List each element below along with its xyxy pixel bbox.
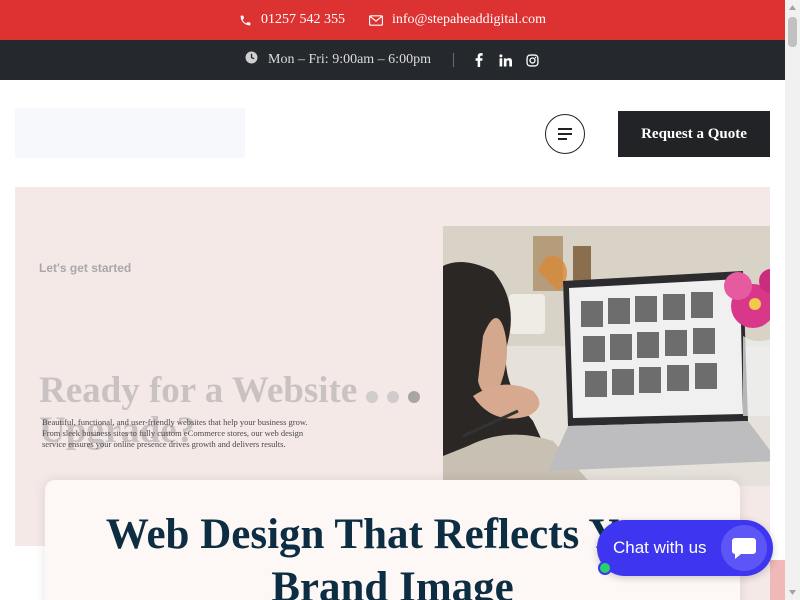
menu-button[interactable] (545, 114, 585, 154)
slider-dot[interactable] (366, 391, 378, 403)
hours-text: Mon – Fri: 9:00am – 6:00pm (268, 52, 431, 67)
email-link[interactable]: info@stepaheaddigital.com (368, 12, 546, 28)
scroll-up-arrow-icon[interactable] (785, 0, 800, 15)
scroll-thumb[interactable] (788, 17, 797, 47)
slider-dot[interactable] (387, 391, 399, 403)
clock-icon (245, 51, 258, 69)
hero-kicker: Let's get started (39, 261, 132, 275)
instagram-icon[interactable] (526, 53, 540, 67)
linkedin-icon[interactable] (499, 53, 513, 67)
hero-spacer (15, 546, 45, 600)
slider-dots (366, 391, 420, 403)
site-logo[interactable] (15, 108, 245, 158)
opening-hours: Mon – Fri: 9:00am – 6:00pm (245, 51, 431, 69)
request-quote-button[interactable]: Request a Quote (618, 111, 770, 157)
scroll-down-arrow-icon[interactable] (785, 585, 800, 600)
chat-label: Chat with us (613, 538, 707, 557)
email-address: info@stepaheaddigital.com (391, 12, 546, 27)
facebook-icon[interactable] (472, 53, 486, 67)
menu-icon (558, 128, 572, 140)
envelope-icon (368, 14, 383, 26)
phone-icon (239, 14, 252, 27)
chat-bubble-icon (721, 525, 767, 571)
chat-widget-button[interactable]: Chat with us (597, 520, 773, 576)
hours-bar: Mon – Fri: 9:00am – 6:00pm (0, 40, 785, 80)
online-status-dot (598, 561, 612, 575)
hero-description: Beautiful, functional, and user-friendly… (42, 417, 308, 449)
phone-link[interactable]: 01257 542 355 (239, 12, 345, 28)
phone-number: 01257 542 355 (260, 12, 345, 27)
social-links (472, 53, 540, 67)
slider-dot-active[interactable] (408, 391, 420, 403)
page-scrollbar[interactable] (785, 0, 800, 600)
contact-bar: 01257 542 355 info@stepaheaddigital.com (0, 0, 785, 40)
site-header: Request a Quote (0, 80, 785, 187)
divider (452, 53, 454, 67)
hero-image (443, 226, 770, 486)
decorative-strip (770, 560, 785, 600)
